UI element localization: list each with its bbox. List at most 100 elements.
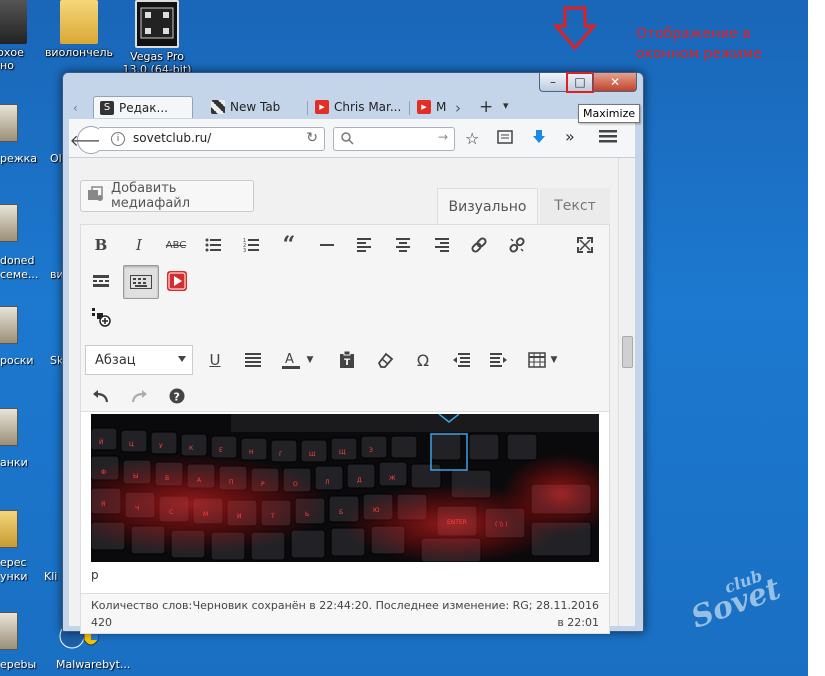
chevron-down-icon[interactable]: ▼ [547,346,561,374]
file-icon[interactable] [0,204,18,242]
desktop-icon-violoncello[interactable]: виолончель [44,0,114,59]
scrollbar-thumb[interactable] [622,336,633,368]
file-icon[interactable] [0,612,18,650]
minimize-icon: – [550,75,556,89]
svg-text:У: У [159,443,163,450]
tab-new-tab[interactable]: New Tab [205,96,305,118]
bullet-list-icon[interactable] [199,231,227,259]
svg-text:Ч: Ч [135,505,139,512]
align-right-icon[interactable] [427,231,455,259]
read-more-icon[interactable] [87,267,115,295]
paste-text-icon[interactable]: T [333,346,361,374]
sovet-logo-icon: S [100,100,114,115]
svg-text:A: A [285,352,294,367]
tab-scroll-right-icon[interactable]: › [455,99,461,117]
navigation-bar: 🡐 i sovetclub.ru/ ↻ → ☆ » [69,119,635,158]
svg-text:М: М [203,511,208,518]
redo-icon[interactable] [125,382,153,410]
search-input[interactable]: → [333,127,455,151]
keyboard-image: ЙЦУКЕНГШЩЗ ФЫВАПРОЛДЖ ЯЧСМИТЬБЮ ENTER( \… [91,414,599,562]
tab-label: M [436,100,447,114]
tab-youtube[interactable]: ▶ Chris Mar... [309,96,409,118]
close-button[interactable]: ✕ [593,73,637,92]
eraser-icon[interactable] [371,346,399,374]
overflow-chevron-icon[interactable]: » [565,127,575,146]
justify-icon[interactable] [239,346,267,374]
close-icon: ✕ [609,75,621,89]
desktop-icon-label: виолончель [44,46,114,59]
folder-icon [60,0,98,44]
blockquote-icon[interactable]: “ [275,231,303,259]
toolbar-toggle-icon[interactable] [123,265,159,299]
svg-text:Д: Д [357,477,362,484]
omega-special-char-icon[interactable]: Ω [409,346,437,374]
minimize-button[interactable]: – [539,73,567,92]
svg-text:Г: Г [279,451,283,458]
format-select[interactable]: Абзац [85,345,193,375]
folder-icon[interactable] [0,510,18,548]
new-tab-button[interactable]: + [479,97,493,117]
reload-icon[interactable]: ↻ [306,130,318,146]
outdent-icon[interactable] [447,346,475,374]
tab-youtube-2[interactable]: ▶ M [411,96,457,118]
scrollbar[interactable] [618,158,635,626]
svg-text:Ы: Ы [133,473,138,480]
align-left-icon[interactable] [351,231,379,259]
file-icon[interactable] [0,408,18,446]
svg-text:?: ? [174,391,180,404]
maximize-tooltip: Maximize [578,104,641,123]
align-center-icon[interactable] [389,231,417,259]
file-icon[interactable] [0,306,18,344]
text-color-icon[interactable]: A [277,346,305,374]
fullscreen-icon[interactable] [571,231,599,259]
editor-status-bar: Количество слов: 420 Черновик сохранён в… [80,594,610,634]
numbered-list-icon[interactable]: 123 [237,231,265,259]
tab-label: Chris Mar... [334,100,402,114]
desktop-icon-label: ерес [0,556,27,569]
undo-icon[interactable] [87,382,115,410]
strikethrough-icon[interactable]: ABC [162,231,190,259]
indent-icon[interactable] [485,346,513,374]
desktop-icon-label: Vegas Pro [130,50,184,63]
firefox-icon [211,100,225,114]
youtube-embed-icon[interactable] [163,267,191,295]
chevron-down-icon[interactable]: ▼ [303,346,317,374]
download-icon[interactable] [531,129,547,145]
bookmark-star-icon[interactable]: ☆ [465,129,479,148]
file-icon[interactable] [0,104,18,142]
svg-text:О: О [293,481,298,488]
list-tabs-icon[interactable]: ▾ [503,99,509,112]
editor-content[interactable]: ЙЦУКЕНГШЩЗ ФЫВАПРОЛДЖ ЯЧСМИТЬБЮ ENTER( \… [80,412,610,594]
underline-icon[interactable]: U [201,346,229,374]
tab-label: New Tab [230,100,281,114]
unlink-icon[interactable] [503,231,531,259]
svg-text:3: 3 [243,248,246,252]
media-icon [87,186,105,206]
info-icon[interactable]: i [111,132,125,146]
svg-text:Й: Й [99,439,104,446]
desktop-icon-1[interactable]: лохое но [0,0,42,72]
svg-text:Т: Т [270,513,275,520]
reading-list-icon[interactable] [497,130,513,144]
desktop-icon-vegas[interactable]: Vegas Pro 13.0 (64-bit) [122,0,192,76]
search-go-icon[interactable]: → [438,130,448,144]
url-bar[interactable]: i sovetclub.ru/ ↻ [99,127,325,151]
svg-text:К: К [189,445,194,452]
tab-editor[interactable]: S Редак... [93,96,193,118]
svg-text:Ф: Ф [101,469,106,476]
maximize-button[interactable]: □ [566,72,594,93]
link-icon[interactable] [465,231,493,259]
svg-text:Л: Л [325,479,330,486]
bold-icon[interactable]: B [87,231,115,259]
hamburger-menu-icon[interactable] [599,129,617,143]
horizontal-line-icon[interactable] [313,231,341,259]
maximize-icon: □ [574,75,586,89]
italic-icon[interactable]: I [125,231,153,259]
add-media-button[interactable]: Добавить медиафайл [80,180,254,212]
tab-scroll-left-icon[interactable]: ‹ [73,101,78,115]
tab-visual[interactable]: Визуально [437,188,538,224]
help-icon[interactable]: ? [163,382,191,410]
shortcode-add-icon[interactable] [87,303,115,331]
desktop-icon-label: Ol [50,152,62,165]
tab-text[interactable]: Текст [540,188,610,224]
